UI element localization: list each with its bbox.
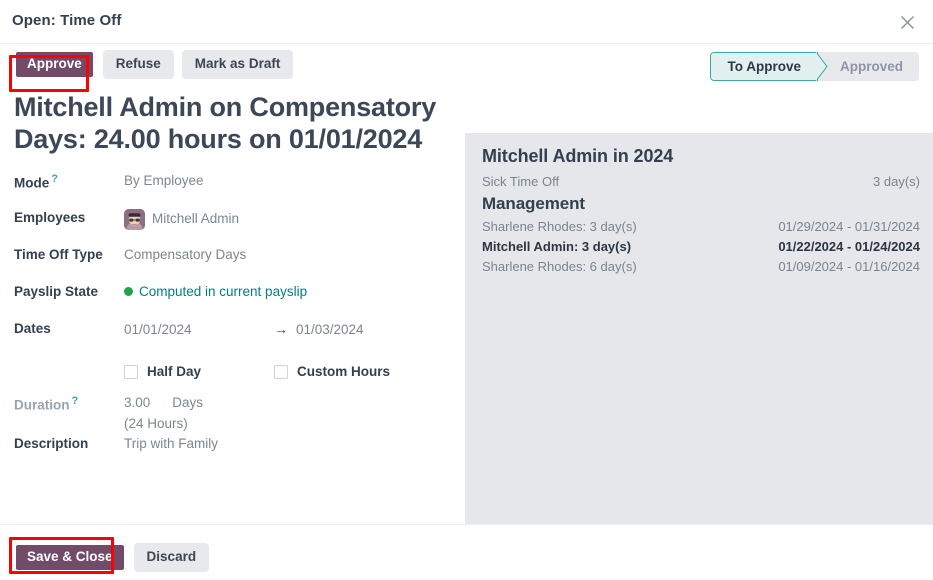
dialog-title: Open: Time Off <box>12 12 121 29</box>
duration-hours: (24 Hours) <box>124 415 451 433</box>
field-dates: Dates 01/01/2024 → 01/03/2024 <box>14 318 451 355</box>
panel-summary-label: Sick Time Off <box>482 172 559 192</box>
mark-as-draft-button[interactable]: Mark as Draft <box>182 50 294 79</box>
duration-help-icon[interactable]: ? <box>72 395 79 407</box>
status-dot-icon <box>124 287 133 296</box>
panel-summary-row: Sick Time Off 3 day(s) <box>482 172 920 192</box>
field-payslip-state: Payslip State Computed in current paysli… <box>14 281 451 318</box>
record-sheet: Approve Refuse Mark as Draft To Approve … <box>0 44 933 524</box>
panel-title: Mitchell Admin in 2024 <box>482 146 920 167</box>
field-label-duration: Duration? <box>14 392 124 414</box>
status-stage-to-approve[interactable]: To Approve <box>710 52 818 81</box>
entry-range: 01/22/2024 - 01/24/2024 <box>778 237 920 257</box>
entry-range: 01/29/2024 - 01/31/2024 <box>778 217 920 237</box>
status-stage-label: To Approve <box>727 59 801 74</box>
field-value-time-off-type[interactable]: Compensatory Days <box>124 244 451 264</box>
duration-amount[interactable]: 3.00 <box>124 394 150 412</box>
list-item[interactable]: Sharlene Rhodes: 6 day(s) 01/09/2024 - 0… <box>482 257 920 277</box>
field-time-off-type: Time Off Type Compensatory Days <box>14 244 451 281</box>
form-left-column: Mitchell Admin on Compensatory Days: 24.… <box>0 90 465 524</box>
control-panel: Approve Refuse Mark as Draft To Approve … <box>0 44 933 90</box>
field-value-day-options: Half Day Custom Hours <box>124 355 451 387</box>
field-label-day-options <box>14 355 124 357</box>
field-mode: Mode? By Employee <box>14 170 451 207</box>
field-label-time-off-type: Time Off Type <box>14 244 124 264</box>
checkbox-box-icon[interactable] <box>274 365 288 379</box>
field-value-description[interactable]: Trip with Family <box>124 433 451 453</box>
employee-chip[interactable]: Mitchell Admin <box>124 209 451 230</box>
avatar <box>124 209 145 230</box>
field-day-options: Half Day Custom Hours <box>14 355 451 392</box>
field-value-mode[interactable]: By Employee <box>124 170 451 190</box>
panel-section-title: Management <box>482 194 920 214</box>
list-item[interactable]: Mitchell Admin: 3 day(s) 01/22/2024 - 01… <box>482 237 920 257</box>
close-icon[interactable] <box>893 8 921 36</box>
field-value-payslip-state[interactable]: Computed in current payslip <box>124 281 451 301</box>
entry-who: Sharlene Rhodes: 6 day(s) <box>482 257 637 277</box>
stage-chevron-icon <box>816 52 828 81</box>
footer-button-row: Save & Close Discard <box>14 543 209 572</box>
panel-summary-value: 3 day(s) <box>873 172 920 192</box>
dialog-footer: Save & Close Discard <box>0 524 933 580</box>
approve-button[interactable]: Approve <box>14 50 95 79</box>
field-label-dates: Dates <box>14 318 124 338</box>
field-employees: Employees <box>14 207 451 244</box>
list-item[interactable]: Sharlene Rhodes: 3 day(s) 01/29/2024 - 0… <box>482 217 920 237</box>
date-from-value[interactable]: 01/01/2024 <box>124 321 274 339</box>
employee-name: Mitchell Admin <box>152 210 239 228</box>
action-button-row: Approve Refuse Mark as Draft <box>14 50 293 79</box>
entry-who: Mitchell Admin: 3 day(s) <box>482 237 631 257</box>
half-day-checkbox[interactable]: Half Day <box>124 363 274 381</box>
field-list: Mode? By Employee Employees <box>14 170 451 470</box>
date-range-arrow-icon: → <box>274 320 288 339</box>
field-value-employees[interactable]: Mitchell Admin <box>124 207 451 230</box>
dialog-titlebar: Open: Time Off <box>0 0 933 44</box>
field-label-employees: Employees <box>14 207 124 227</box>
field-label-payslip-state: Payslip State <box>14 281 124 301</box>
discard-button[interactable]: Discard <box>134 543 210 572</box>
field-label-description: Description <box>14 433 124 453</box>
save-and-close-button[interactable]: Save & Close <box>14 543 126 572</box>
payslip-state-text: Computed in current payslip <box>139 284 307 299</box>
checkbox-box-icon[interactable] <box>124 365 138 379</box>
time-off-summary-panel: Mitchell Admin in 2024 Sick Time Off 3 d… <box>465 133 933 568</box>
status-stage-label: Approved <box>840 59 903 74</box>
duration-unit: Days <box>172 394 203 412</box>
custom-hours-label: Custom Hours <box>297 363 390 381</box>
custom-hours-checkbox[interactable]: Custom Hours <box>274 363 390 381</box>
field-duration: Duration? 3.00 Days (24 Hours) <box>14 392 451 433</box>
field-value-dates: 01/01/2024 → 01/03/2024 <box>124 318 451 339</box>
mode-help-icon[interactable]: ? <box>51 173 58 185</box>
status-stage-approved[interactable]: Approved <box>818 52 919 81</box>
half-day-label: Half Day <box>147 363 201 381</box>
status-bar: To Approve Approved <box>710 52 919 81</box>
entry-who: Sharlene Rhodes: 3 day(s) <box>482 217 637 237</box>
entry-range: 01/09/2024 - 01/16/2024 <box>778 257 920 277</box>
record-title: Mitchell Admin on Compensatory Days: 24.… <box>14 90 451 156</box>
date-to-value[interactable]: 01/03/2024 <box>296 321 364 339</box>
field-label-mode: Mode? <box>14 170 124 192</box>
field-description: Description Trip with Family <box>14 433 451 470</box>
field-value-duration: 3.00 Days (24 Hours) <box>124 392 451 433</box>
refuse-button[interactable]: Refuse <box>103 50 174 79</box>
